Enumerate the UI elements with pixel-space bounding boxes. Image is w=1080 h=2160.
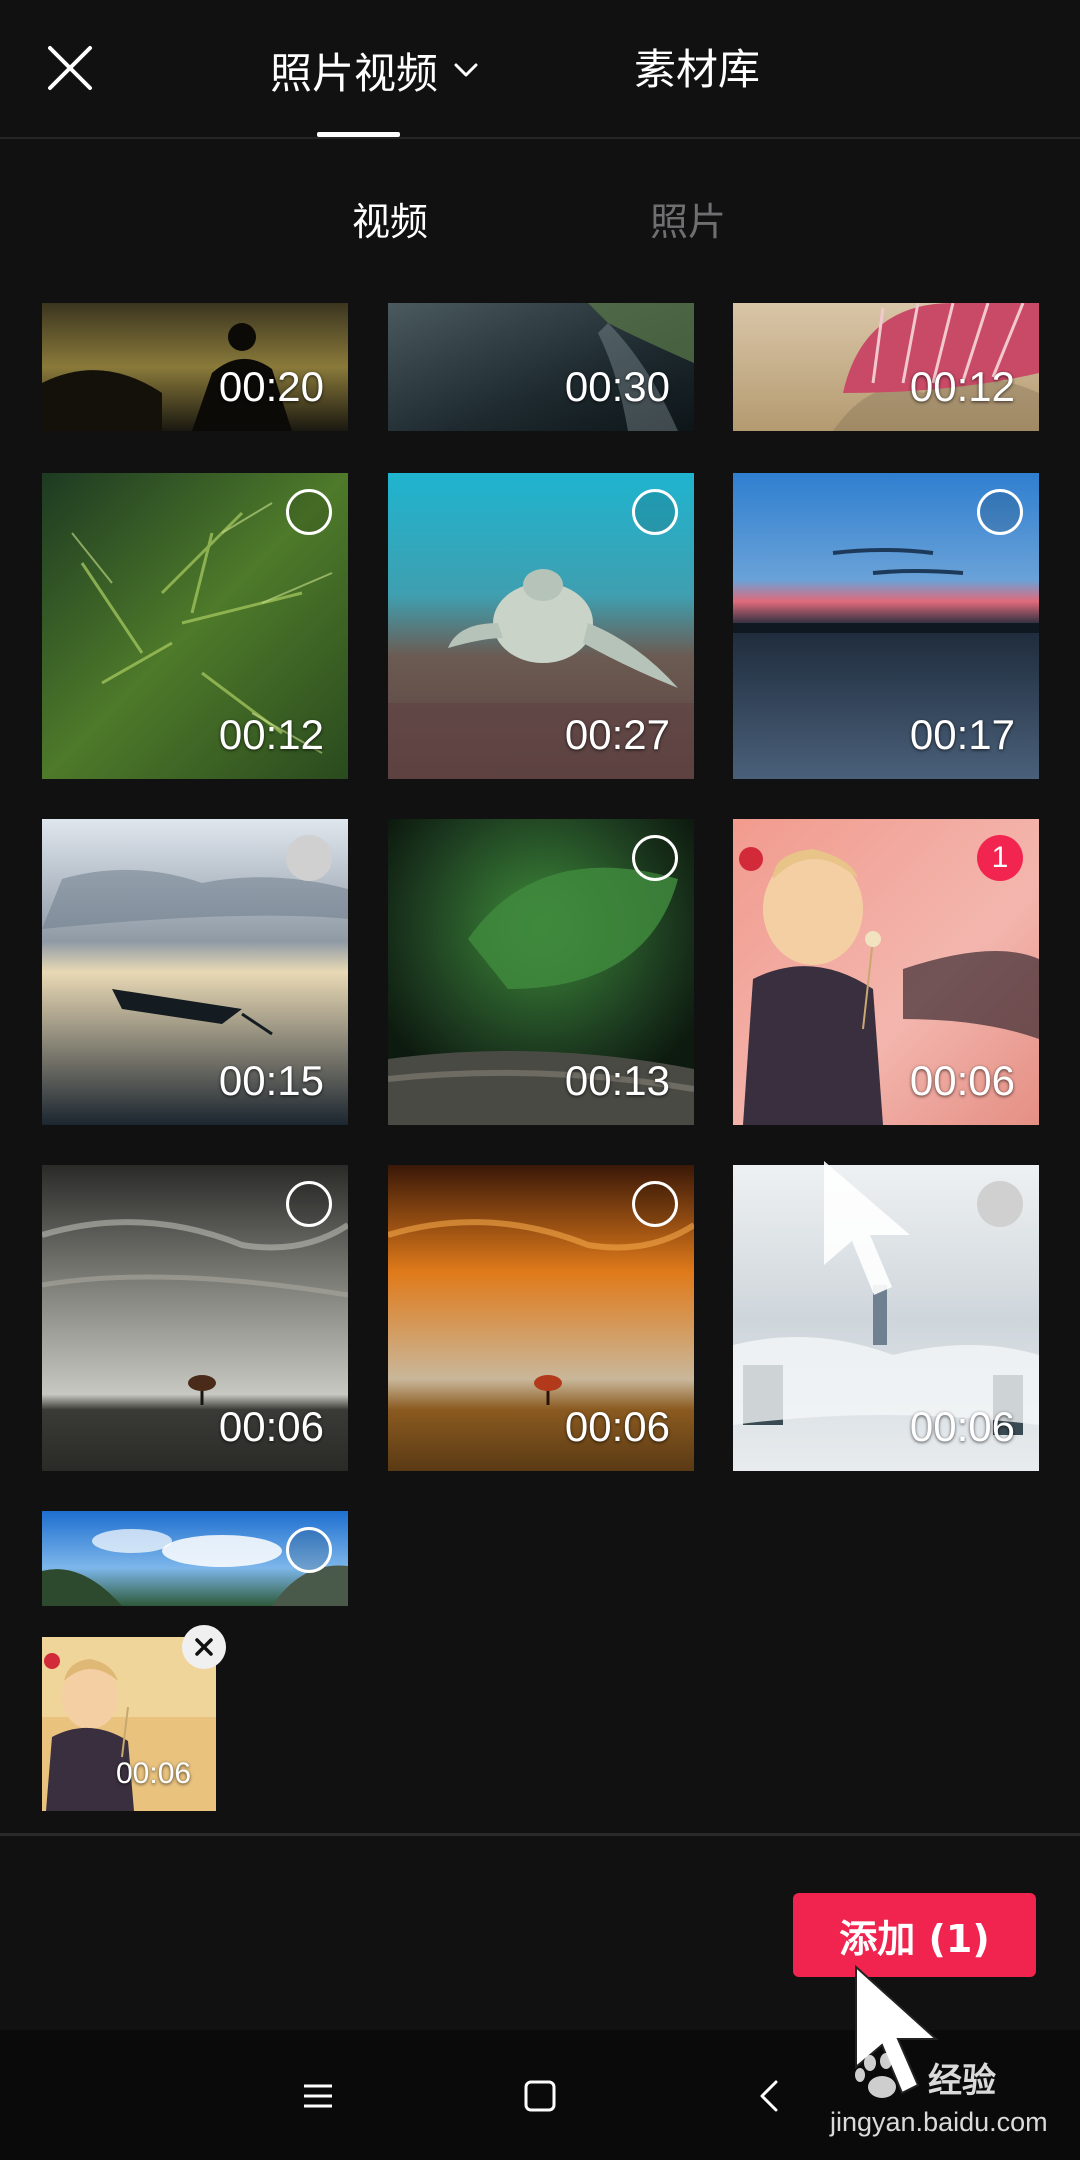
select-circle[interactable]	[286, 1527, 332, 1573]
media-tile[interactable]: 00:12	[733, 303, 1039, 431]
media-tile[interactable]: 00:20	[42, 303, 348, 431]
media-tile[interactable]	[42, 1511, 348, 1606]
media-duration: 00:06	[218, 1403, 324, 1450]
remove-selected-button[interactable]	[182, 1625, 226, 1669]
subtab-video[interactable]: 视频	[352, 192, 428, 252]
tab-material-library[interactable]: 素材库	[634, 38, 760, 102]
select-circle[interactable]	[286, 1181, 332, 1227]
media-tile[interactable]: 00:27	[388, 473, 694, 779]
watermark-url: jingyan.baidu.com	[830, 2107, 1048, 2137]
media-duration: 00:13	[564, 1057, 670, 1104]
media-tile[interactable]: 00:12	[42, 473, 348, 779]
active-tab-indicator	[317, 132, 400, 137]
subtab-photo[interactable]: 照片	[650, 192, 726, 252]
select-circle[interactable]	[977, 489, 1023, 535]
select-circle[interactable]	[977, 1181, 1023, 1227]
tab-photos-videos-label: 照片视频	[270, 48, 439, 98]
media-duration: 00:12	[218, 711, 324, 758]
media-duration: 00:06	[909, 1057, 1015, 1104]
select-circle[interactable]	[286, 835, 332, 881]
media-duration: 00:30	[564, 363, 670, 410]
baidu-paw-logo	[855, 2053, 905, 2098]
media-tile[interactable]: 00:06	[42, 1165, 348, 1471]
select-circle[interactable]	[632, 835, 678, 881]
media-tile[interactable]: 1 00:06	[733, 819, 1039, 1125]
divider	[0, 1833, 1080, 1836]
select-circle[interactable]	[632, 1181, 678, 1227]
media-duration: 00:27	[564, 711, 670, 758]
media-tile[interactable]: 00:15	[42, 819, 348, 1125]
media-duration: 00:12	[909, 363, 1015, 410]
selected-clip-duration: 00:06	[116, 1757, 192, 1790]
media-tile[interactable]: 00:06	[388, 1165, 694, 1471]
tab-photos-videos[interactable]: 照片视频	[270, 38, 480, 102]
media-duration: 00:17	[909, 711, 1015, 758]
media-tile[interactable]: 00:06	[733, 1165, 1039, 1471]
media-duration: 00:15	[218, 1057, 324, 1104]
menu-icon[interactable]	[290, 2068, 346, 2124]
home-icon[interactable]	[512, 2068, 568, 2124]
selection-order-badge[interactable]: 1	[977, 835, 1023, 881]
media-duration: 00:06	[909, 1403, 1015, 1450]
watermark: 经验 jingyan.baidu.com	[830, 2047, 1060, 2147]
close-icon[interactable]	[44, 42, 96, 94]
watermark-title: 经验	[928, 2061, 996, 2101]
media-duration: 00:06	[564, 1403, 670, 1450]
media-duration: 00:20	[218, 363, 324, 410]
add-button[interactable]: 添加 (1)	[793, 1893, 1036, 1977]
chevron-down-icon	[454, 63, 478, 77]
select-circle[interactable]	[286, 489, 332, 535]
media-tile[interactable]: 00:30	[388, 303, 694, 431]
select-circle[interactable]	[632, 489, 678, 535]
back-icon[interactable]	[742, 2068, 798, 2124]
media-tile[interactable]: 00:17	[733, 473, 1039, 779]
close-icon	[195, 1638, 213, 1656]
media-tile[interactable]: 00:13	[388, 819, 694, 1125]
top-bar: 照片视频 素材库	[0, 0, 1080, 139]
